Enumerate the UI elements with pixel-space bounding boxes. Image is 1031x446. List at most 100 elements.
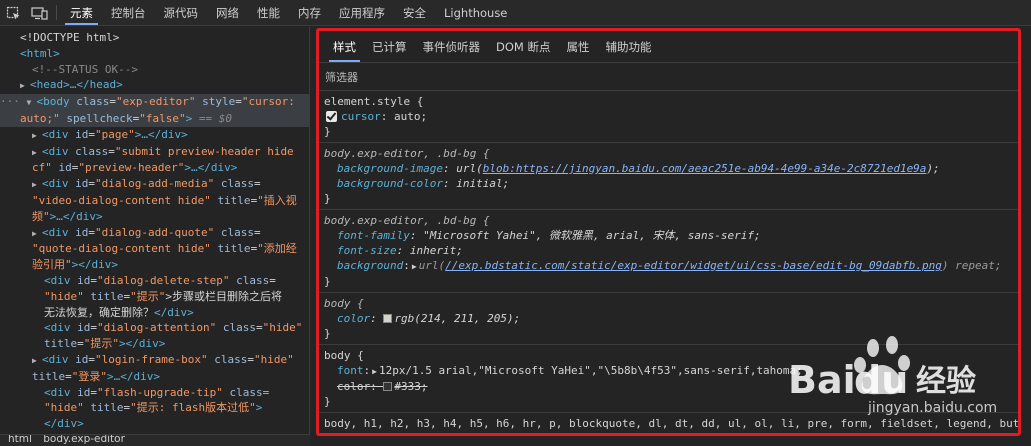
attr-value: "page" (95, 127, 135, 141)
property-value: ); (926, 162, 940, 175)
tab-elements[interactable]: 元素 (61, 0, 102, 25)
tag: ></div> (119, 337, 166, 351)
style-rule-reset: body, h1, h2, h3, h4, h5, h6, hr, p, blo… (319, 413, 1018, 433)
property-value[interactable]: rgb(214, 211, 205); (394, 312, 520, 325)
color-swatch[interactable] (383, 314, 393, 323)
dom-node-login-frame[interactable]: ▶ <div id="login-frame-box" class="hide" … (0, 352, 309, 385)
rule-selector[interactable]: body.exp-editor, .bd-bg { (324, 214, 490, 227)
property-checkbox[interactable] (326, 111, 337, 122)
attr-name: class (220, 225, 254, 239)
breadcrumb-html[interactable]: html (8, 435, 32, 445)
tab-network[interactable]: 网络 (207, 0, 248, 25)
dom-node-add-media[interactable]: ▶ <div id="dialog-add-media" class= "vide… (0, 176, 309, 224)
filter-input[interactable]: 筛选器 (319, 63, 1018, 91)
attr-name: id (77, 321, 91, 335)
tag: <div (42, 177, 69, 191)
dom-node-attention[interactable]: <div id="dialog-attention" class="hide" … (0, 320, 309, 352)
dom-node-doctype[interactable]: <!DOCTYPE html> (0, 30, 309, 46)
property-name[interactable]: background-image (337, 162, 443, 175)
dom-node-page[interactable]: ▶ <div id="page">…</div> (0, 127, 309, 144)
device-toolbar-icon[interactable] (26, 0, 52, 26)
property-value[interactable]: 12px/1.5 arial,"Microsoft YaHei","\5b8b\… (379, 364, 803, 377)
rule-close: } (324, 327, 331, 340)
tag: ></div> (71, 258, 118, 272)
attr-value: "cursor: (241, 95, 295, 109)
property-name[interactable]: cursor (341, 110, 381, 123)
property-name[interactable]: font-family (337, 229, 410, 242)
dom-node-body-selected[interactable]: ··· ▼ <body class="exp-editor" style="cur… (0, 94, 309, 127)
tab-dom-breakpoints[interactable]: DOM 断点 (488, 31, 558, 62)
breadcrumb-body[interactable]: body.exp-editor (43, 435, 125, 445)
rule-selector[interactable]: body.exp-editor, .bd-bg { (324, 147, 490, 160)
dom-node-delete-step[interactable]: <div id="dialog-delete-step" class= "hid… (0, 273, 309, 320)
attr-value: "false" (139, 111, 186, 125)
rule-selector[interactable]: element.style { (324, 95, 423, 108)
attr-name: title (90, 289, 124, 303)
dom-node-add-quote[interactable]: ▶ <div id="dialog-add-quote" class= "quot… (0, 225, 309, 273)
expand-shorthand-icon[interactable]: ▶ (372, 367, 377, 376)
attr-value: "提示" (83, 337, 119, 351)
tab-properties[interactable]: 属性 (558, 31, 597, 62)
expand-arrow-icon[interactable]: ▶ (32, 145, 42, 161)
tab-computed[interactable]: 已计算 (364, 31, 415, 62)
attr-value: 验引用" (32, 258, 72, 272)
tab-lighthouse[interactable]: Lighthouse (435, 0, 516, 25)
attr-name: class= (229, 385, 270, 399)
property-value[interactable]: "Microsoft Yahei", 微软雅黑, arial, 宋体, sans… (423, 229, 761, 242)
tab-performance[interactable]: 性能 (248, 0, 289, 25)
expand-arrow-icon[interactable]: ▶ (32, 226, 42, 242)
attr-name: id (75, 177, 89, 191)
rule-close: } (324, 275, 331, 288)
expand-arrow-icon[interactable]: ▶ (32, 177, 42, 193)
attr-value: "登录" (71, 369, 107, 383)
property-value[interactable]: initial; (456, 177, 509, 190)
rule-selector[interactable]: body { (324, 297, 364, 310)
tab-security[interactable]: 安全 (394, 0, 435, 25)
property-name[interactable]: background-color (337, 177, 443, 190)
expand-shorthand-icon[interactable]: ▶ (412, 262, 417, 271)
tab-application[interactable]: 应用程序 (330, 0, 394, 25)
tag: <div (42, 225, 69, 239)
dom-node-comment[interactable]: <!--STATUS OK--> (0, 62, 309, 78)
dom-node-head[interactable]: ▶ <head>…</head> (0, 77, 309, 94)
attr-value: "flash-upgrade-tip" (97, 385, 223, 399)
overridden-property-value[interactable]: #333; (394, 380, 427, 393)
tab-memory[interactable]: 内存 (289, 0, 330, 25)
property-value[interactable]: inherit; (410, 244, 463, 257)
tab-accessibility[interactable]: 辅助功能 (597, 31, 659, 62)
attr-value: "preview-header" (78, 161, 185, 175)
inspect-element-icon[interactable] (0, 0, 26, 26)
tag: <div (42, 144, 69, 158)
property-name[interactable]: background (337, 259, 403, 272)
attr-name: class (214, 352, 248, 366)
overridden-property-name[interactable]: color (337, 380, 370, 393)
color-swatch[interactable] (383, 382, 393, 391)
resource-link[interactable]: blob:https://jingyan.baidu.com/aeac251e-… (483, 162, 927, 175)
expand-arrow-icon[interactable]: ▶ (32, 353, 42, 369)
property-name[interactable]: font (337, 364, 364, 377)
property-value: url( (418, 259, 446, 272)
dom-node-html[interactable]: <html> (0, 46, 309, 62)
property-name[interactable]: font-size (337, 244, 397, 257)
attr-name: spellcheck (66, 111, 133, 125)
property-value[interactable]: auto; (394, 110, 427, 123)
more-options-icon[interactable]: ··· (0, 95, 20, 108)
rule-selector[interactable]: body, h1, h2, h3, h4, h5, h6, hr, p, blo… (324, 417, 1018, 430)
attr-name: id (75, 127, 89, 141)
tab-event-listeners[interactable]: 事件侦听器 (415, 31, 489, 62)
expand-arrow-icon[interactable]: ▶ (32, 128, 42, 144)
collapse-arrow-icon[interactable]: ▼ (27, 95, 37, 111)
property-name[interactable]: color (337, 312, 370, 325)
filter-placeholder: 筛选器 (325, 70, 358, 84)
tab-console[interactable]: 控制台 (102, 0, 155, 25)
expand-arrow-icon[interactable]: ▶ (20, 78, 30, 94)
attr-value: "hide" (44, 289, 84, 303)
dom-node-preview-header[interactable]: ▶ <div class="submit preview-header hide … (0, 144, 309, 177)
attr-value: "exp-editor" (116, 95, 196, 109)
dom-node-flash-tip[interactable]: <div id="flash-upgrade-tip" class= "hide… (0, 385, 309, 432)
tab-sources[interactable]: 源代码 (155, 0, 208, 25)
rule-selector[interactable]: body { (324, 349, 364, 362)
attr-name: class (222, 321, 256, 335)
tab-styles[interactable]: 样式 (325, 31, 364, 62)
resource-link[interactable]: //exp.bdstatic.com/static/exp-editor/wid… (445, 259, 942, 272)
